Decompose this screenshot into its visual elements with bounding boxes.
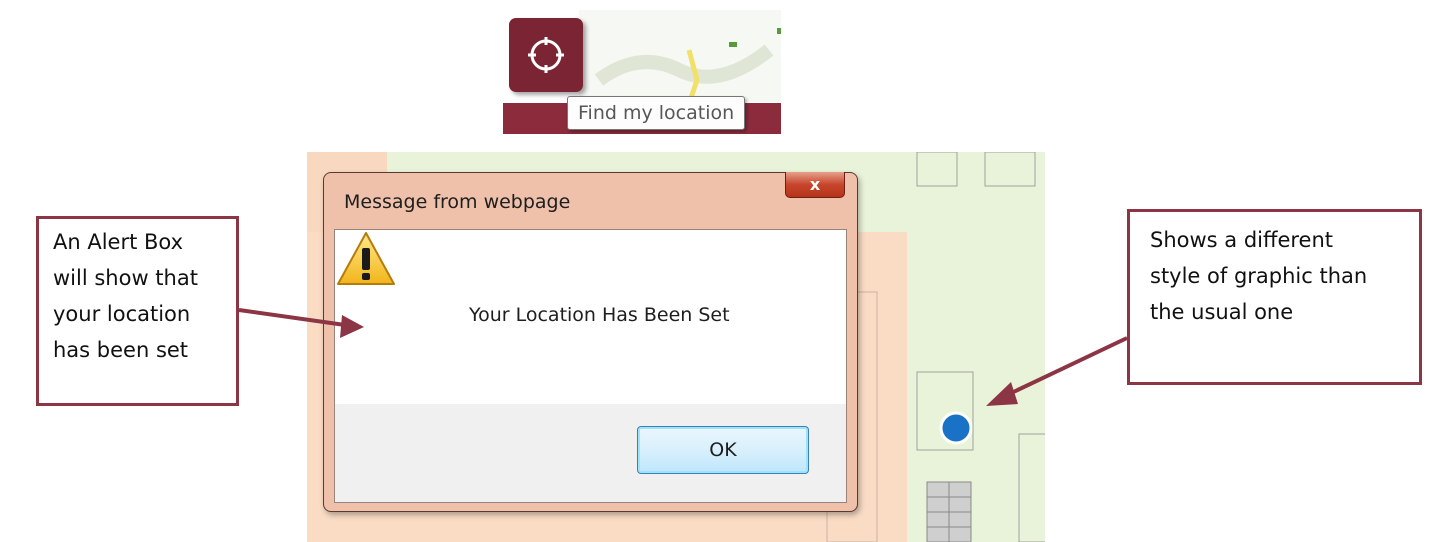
arrow-to-marker	[1004, 336, 1128, 398]
arrow-to-alert	[238, 308, 346, 327]
callout-arrows	[238, 308, 1128, 406]
